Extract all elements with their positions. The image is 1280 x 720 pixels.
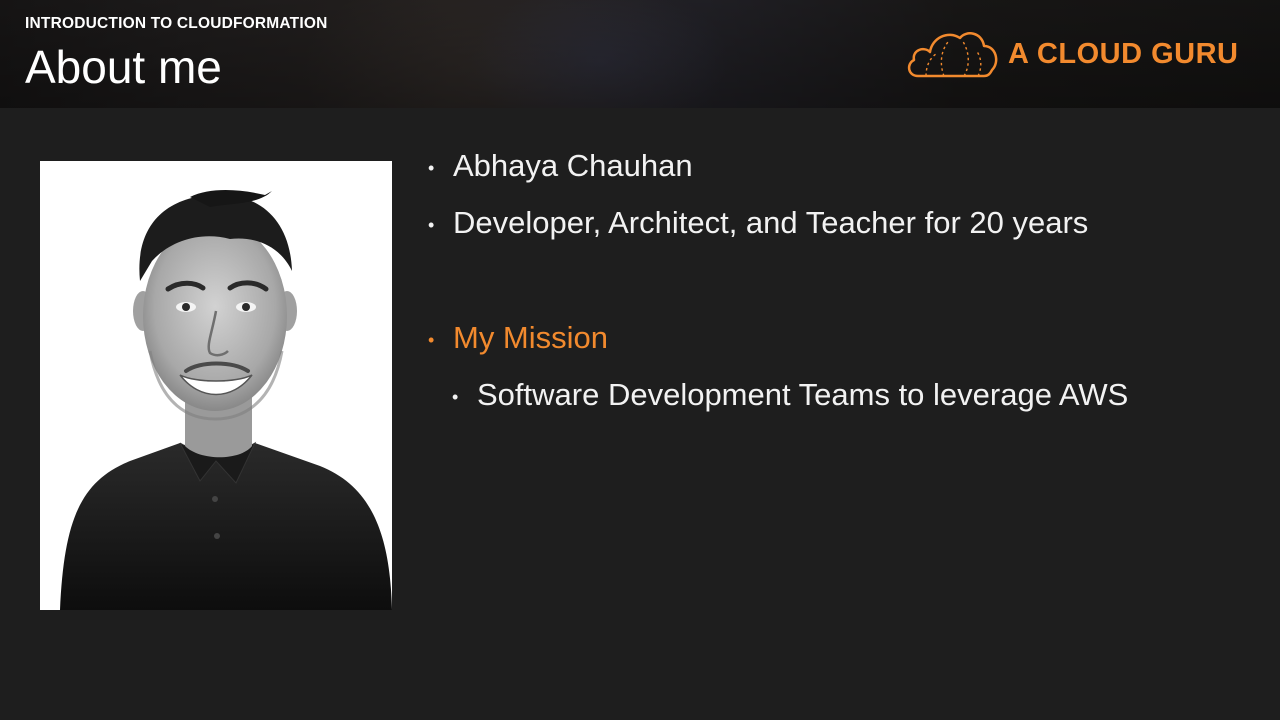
slide-title: About me (25, 41, 222, 93)
presenter-photo (40, 161, 392, 610)
bullet-text: Developer, Architect, and Teacher for 20… (453, 205, 1089, 240)
presenter-portrait-illustration (40, 161, 392, 610)
bullet-dot-icon: • (452, 387, 459, 407)
brand-name: A CLOUD GURU (1008, 38, 1239, 70)
brand-logo: A CLOUD GURU (904, 26, 1244, 84)
bullet-dot-icon: • (428, 215, 435, 235)
bullet-dot-icon: • (428, 158, 435, 178)
bullet-dot-icon: • (428, 330, 435, 350)
bullet-text: Software Development Teams to leverage A… (477, 377, 1129, 412)
bullet-text: Abhaya Chauhan (453, 148, 693, 183)
slide-header: INTRODUCTION TO CLOUDFORMATION About me … (0, 0, 1280, 108)
bullet-text: My Mission (453, 320, 609, 355)
course-label: INTRODUCTION TO CLOUDFORMATION (25, 15, 328, 32)
cloud-logo-icon (907, 32, 998, 78)
